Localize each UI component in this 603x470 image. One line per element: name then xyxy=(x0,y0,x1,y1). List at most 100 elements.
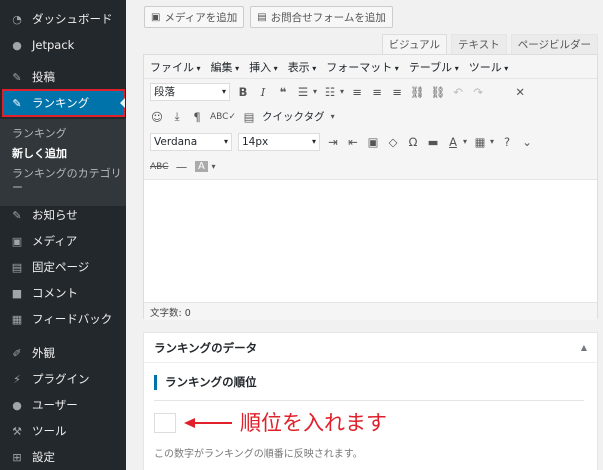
menu-tools[interactable]: ツール xyxy=(469,59,509,75)
tab-text[interactable]: テキスト xyxy=(451,34,507,54)
emoji-icon[interactable]: ☺ xyxy=(150,108,164,126)
sidebar-item-pages[interactable]: ▤ 固定ページ xyxy=(0,254,126,280)
omega-icon[interactable]: Ω xyxy=(406,133,420,151)
horizontal-rule-icon[interactable]: ▬ xyxy=(426,133,440,151)
numbered-list-button[interactable]: ☷ xyxy=(323,83,337,101)
add-contact-form-button[interactable]: ▤ お問合せフォームを追加 xyxy=(250,6,393,28)
ranking-order-input[interactable] xyxy=(154,413,176,433)
sidebar-item-label: ユーザー xyxy=(32,398,78,412)
quicktag-menu[interactable]: クイックタグ xyxy=(262,109,325,124)
sidebar-item-dashboard[interactable]: ◔ ダッシュボード xyxy=(0,6,126,32)
sidebar-item-media[interactable]: ▣ メディア xyxy=(0,228,126,254)
font-family-value: Verdana xyxy=(154,135,198,148)
chevron-down-icon[interactable]: ▾ xyxy=(340,87,344,96)
font-family-select[interactable]: Verdana ▾ xyxy=(150,132,232,151)
text-color-button[interactable]: A xyxy=(446,133,460,151)
align-left-button[interactable]: ≡ xyxy=(350,83,364,101)
sidebar-item-settings[interactable]: ⊞ 設定 xyxy=(0,444,126,470)
editor-content-area[interactable] xyxy=(144,180,597,302)
indent-icon[interactable]: ⇥ xyxy=(326,133,340,151)
strikethrough-button[interactable]: ABC xyxy=(150,158,168,176)
chevron-down-icon: ▾ xyxy=(223,137,228,146)
horizontal-line-button[interactable]: — xyxy=(174,158,188,176)
paragraph-icon[interactable]: ¶ xyxy=(190,108,204,126)
sidebar-item-label: Jetpack xyxy=(32,38,75,52)
table-icon[interactable]: ▦ xyxy=(473,133,487,151)
eraser-icon[interactable]: ◇ xyxy=(386,133,400,151)
help-icon[interactable]: ? xyxy=(500,133,514,151)
tab-page-builder[interactable]: ページビルダー xyxy=(510,34,598,54)
menu-edit[interactable]: 編集 xyxy=(211,59,240,75)
submenu-item-ranking[interactable]: ランキング xyxy=(0,124,126,144)
editor-toolbars: 段落 ▾ B I ❝ ☰▾ ☷▾ ≡ ≡ ≡ ⛓ ⛓ ↶ ↷ ✕ ☺ ⤓ ¶ xyxy=(144,79,597,180)
ranking-data-metabox: ランキングのデータ ▲ ランキングの順位 順位を入れます この数字がランキングの… xyxy=(143,332,598,470)
sidebar-item-label: メディア xyxy=(32,234,78,248)
bullet-list-button[interactable]: ☰ xyxy=(296,83,310,101)
sidebar-item-users[interactable]: ● ユーザー xyxy=(0,392,126,418)
sidebar-item-comments[interactable]: ■ コメント xyxy=(0,280,126,306)
text-color-label: A xyxy=(449,134,457,149)
menu-view[interactable]: 表示 xyxy=(288,59,317,75)
sidebar-item-appearance[interactable]: ✐ 外観 xyxy=(0,340,126,366)
expand-icon[interactable]: ⌄ xyxy=(520,133,534,151)
chevron-down-icon[interactable]: ▾ xyxy=(211,162,215,171)
sidebar-item-label: 外観 xyxy=(32,346,55,360)
plugin-icon: ⚡ xyxy=(13,372,21,386)
bg-color-button[interactable]: A xyxy=(194,158,208,176)
font-size-select[interactable]: 14px ▾ xyxy=(238,132,320,151)
paste-icon[interactable]: ▣ xyxy=(366,133,380,151)
add-media-button[interactable]: ▣ メディアを追加 xyxy=(144,6,245,28)
editor-tabs: ビジュアル テキスト ページビルダー xyxy=(381,34,598,54)
menu-file[interactable]: ファイル xyxy=(150,59,201,75)
sidebar-item-ranking[interactable]: ✎ ランキング xyxy=(4,91,123,115)
submenu-item-ranking-category[interactable]: ランキングのカテゴリー xyxy=(0,164,126,198)
add-media-label: メディアを追加 xyxy=(164,11,238,24)
align-right-button[interactable]: ≡ xyxy=(390,83,404,101)
field-divider xyxy=(154,400,584,401)
metabox-header[interactable]: ランキングのデータ ▲ xyxy=(144,333,597,363)
active-indicator-arrow xyxy=(120,98,125,108)
arrow-shaft xyxy=(194,422,232,424)
redo-icon[interactable]: ↷ xyxy=(471,83,485,101)
kitchen-sink-icon[interactable]: ▤ xyxy=(242,108,256,126)
chevron-down-icon[interactable]: ▾ xyxy=(313,87,317,96)
upload-icon[interactable]: ⤓ xyxy=(170,108,184,126)
settings-icon: ⊞ xyxy=(12,450,22,464)
chevron-down-icon[interactable]: ▾ xyxy=(331,112,335,121)
collapse-icon[interactable]: ▲ xyxy=(581,343,587,352)
tab-visual[interactable]: ビジュアル xyxy=(381,34,448,54)
menu-table[interactable]: テーブル xyxy=(409,59,459,75)
link-icon[interactable]: ⛓ xyxy=(410,83,425,101)
undo-icon[interactable]: ↶ xyxy=(451,83,465,101)
format-select-value: 段落 xyxy=(154,86,175,98)
menu-format[interactable]: フォーマット xyxy=(326,59,399,75)
spellcheck-icon[interactable]: ABC✓ xyxy=(210,108,236,126)
outdent-icon[interactable]: ⇤ xyxy=(346,133,360,151)
appearance-icon: ✐ xyxy=(12,346,22,360)
menu-insert[interactable]: 挿入 xyxy=(249,59,278,75)
sidebar-item-tools[interactable]: ⚒ ツール xyxy=(0,418,126,444)
fullscreen-icon[interactable]: ✕ xyxy=(513,83,527,101)
word-count: 文字数: 0 xyxy=(150,307,191,319)
sidebar-item-feedback[interactable]: ▦ フィードバック xyxy=(0,306,126,332)
chevron-down-icon[interactable]: ▾ xyxy=(490,137,494,146)
toolbar-row-2: ☺ ⤓ ¶ ABC✓ ▤ クイックタグ ▾ xyxy=(144,104,597,129)
unlink-icon[interactable]: ⛓ xyxy=(431,83,446,101)
field-hint: この数字がランキングの順番に反映されます。 xyxy=(154,449,363,460)
sidebar-item-news[interactable]: ✎ お知らせ xyxy=(0,202,126,228)
bold-button[interactable]: B xyxy=(236,83,250,101)
sidebar-item-plugins[interactable]: ⚡ プラグイン xyxy=(0,366,126,392)
format-select[interactable]: 段落 ▾ xyxy=(150,82,230,101)
chevron-down-icon[interactable]: ▾ xyxy=(463,137,467,146)
strikethrough-label: ABC xyxy=(150,161,169,172)
metabox-title: ランキングのデータ xyxy=(154,340,258,355)
sidebar-item-posts[interactable]: ✎ 投稿 xyxy=(0,64,126,90)
sidebar-item-label: プラグイン xyxy=(32,372,90,386)
sidebar-item-label: 設定 xyxy=(32,450,55,464)
submenu-item-add-new[interactable]: 新しく追加 xyxy=(0,144,126,164)
align-center-button[interactable]: ≡ xyxy=(370,83,384,101)
annotation-text: 順位を入れます xyxy=(240,411,387,435)
italic-button[interactable]: I xyxy=(256,83,270,101)
sidebar-item-jetpack[interactable]: ● Jetpack xyxy=(0,32,126,58)
blockquote-button[interactable]: ❝ xyxy=(276,83,290,101)
